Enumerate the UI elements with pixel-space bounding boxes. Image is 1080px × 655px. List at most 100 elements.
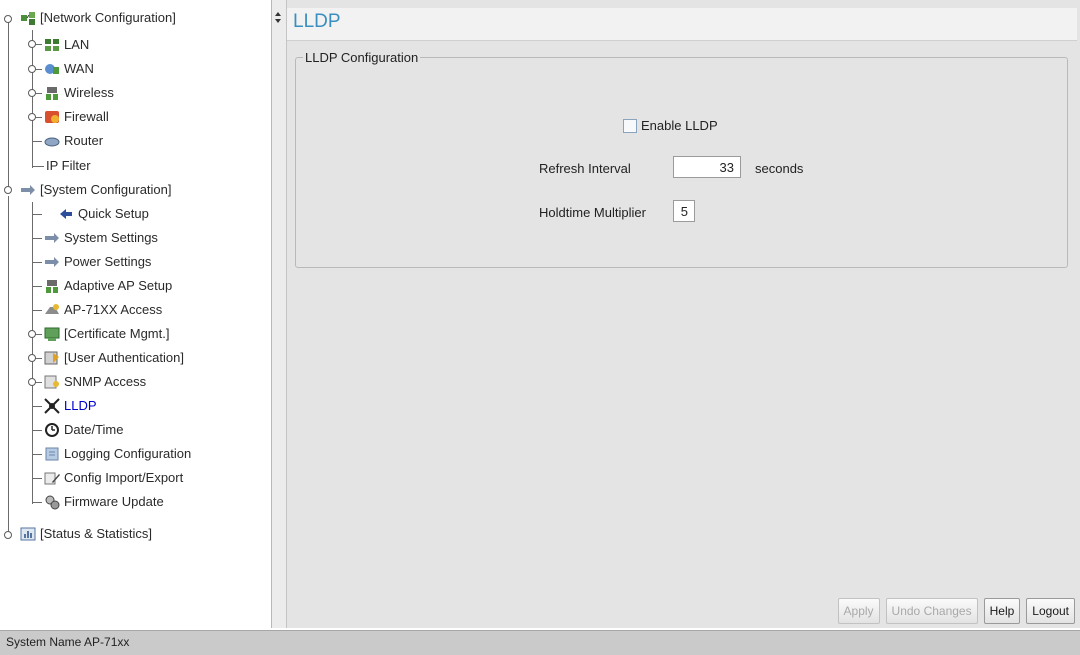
tree-node-config-import-export[interactable]: Config Import/Export bbox=[44, 468, 183, 488]
expand-toggle[interactable] bbox=[28, 89, 36, 97]
tree-node-snmp-access[interactable]: SNMP Access bbox=[44, 372, 146, 392]
tree-line bbox=[32, 30, 33, 168]
tree-line bbox=[32, 310, 42, 311]
tree-node-label: [Network Configuration] bbox=[40, 10, 176, 25]
tree-node-label: Power Settings bbox=[64, 254, 152, 269]
tree-node-label: Firmware Update bbox=[64, 494, 164, 509]
tree-node-lldp[interactable]: LLDP bbox=[44, 396, 97, 416]
config-import-icon bbox=[44, 470, 60, 486]
tree-node-date-time[interactable]: Date/Time bbox=[44, 420, 123, 440]
refresh-interval-unit: seconds bbox=[755, 161, 804, 176]
panel-splitter[interactable] bbox=[272, 0, 287, 628]
tree-line bbox=[32, 141, 42, 142]
tree-node-certificate-mgmt[interactable]: [Certificate Mgmt.] bbox=[44, 324, 169, 344]
tree-line bbox=[32, 214, 42, 215]
expand-toggle[interactable] bbox=[4, 15, 12, 23]
clock-icon bbox=[44, 422, 60, 438]
tree-node-label: Wireless bbox=[64, 85, 114, 100]
tree-node-label: Date/Time bbox=[64, 422, 124, 437]
tree-node-ip-filter[interactable]: IP Filter bbox=[46, 156, 91, 176]
tree-node-label: Quick Setup bbox=[78, 206, 149, 221]
tree-node-firewall[interactable]: Firewall bbox=[44, 107, 109, 127]
tree-node-label: Adaptive AP Setup bbox=[64, 278, 173, 293]
tree-line bbox=[8, 196, 9, 532]
system-settings-icon bbox=[44, 230, 60, 246]
tree-node-label: Config Import/Export bbox=[64, 470, 184, 485]
holdtime-multiplier-input[interactable]: 5 bbox=[673, 200, 695, 222]
expand-toggle[interactable] bbox=[28, 330, 36, 338]
tree-node-label: Logging Configuration bbox=[64, 446, 192, 461]
enable-lldp-checkbox[interactable] bbox=[623, 119, 637, 133]
ap-access-icon bbox=[44, 302, 60, 318]
title-bar: LLDP bbox=[287, 8, 1077, 41]
tree-node-adaptive-ap-setup[interactable]: Adaptive AP Setup bbox=[44, 276, 172, 296]
help-button[interactable]: Help bbox=[983, 598, 1021, 624]
tree-node-ap-access[interactable]: AP-71XX Access bbox=[44, 300, 162, 320]
tree-node-label: LLDP bbox=[64, 398, 97, 413]
expand-toggle[interactable] bbox=[28, 65, 36, 73]
status-bar: System Name AP-71xx bbox=[0, 630, 1080, 655]
lan-icon bbox=[44, 37, 60, 53]
tree-node-label: [System Configuration] bbox=[40, 182, 172, 197]
tree-node-router[interactable]: Router bbox=[44, 131, 103, 151]
tree-node-label: LAN bbox=[64, 37, 90, 52]
tree-line bbox=[8, 19, 9, 189]
holdtime-multiplier-label: Holdtime Multiplier bbox=[539, 205, 646, 220]
tree-node-label: IP Filter bbox=[46, 158, 91, 173]
tree-node-label: Firewall bbox=[64, 109, 109, 124]
page-title: LLDP bbox=[293, 11, 341, 32]
expand-toggle[interactable] bbox=[4, 186, 12, 194]
expand-toggle[interactable] bbox=[28, 40, 36, 48]
adaptive-ap-icon bbox=[44, 278, 60, 294]
group-title: LLDP Configuration bbox=[303, 50, 421, 65]
tree-node-logging-configuration[interactable]: Logging Configuration bbox=[44, 444, 191, 464]
collapse-down-icon[interactable] bbox=[275, 19, 281, 23]
expand-toggle[interactable] bbox=[4, 531, 12, 539]
tree-node-label: AP-71XX Access bbox=[64, 302, 163, 317]
tree-node-label: [Status & Statistics] bbox=[40, 526, 152, 541]
network-config-icon bbox=[20, 10, 36, 26]
tree-node-network-configuration[interactable]: [Network Configuration] bbox=[20, 8, 176, 28]
system-name-status: System Name AP-71xx bbox=[6, 635, 130, 649]
wan-icon bbox=[44, 61, 60, 77]
quick-setup-icon bbox=[58, 206, 74, 222]
wireless-icon bbox=[44, 85, 60, 101]
expand-toggle[interactable] bbox=[28, 354, 36, 362]
expand-toggle[interactable] bbox=[28, 378, 36, 386]
logout-button[interactable]: Logout bbox=[1026, 598, 1075, 624]
tree-node-label: WAN bbox=[64, 61, 94, 76]
tree-node-quick-setup[interactable]: Quick Setup bbox=[58, 204, 149, 224]
apply-button[interactable]: Apply bbox=[837, 598, 880, 624]
lldp-icon bbox=[44, 398, 60, 414]
undo-changes-button[interactable]: Undo Changes bbox=[885, 598, 978, 624]
collapse-up-icon[interactable] bbox=[275, 12, 281, 16]
firmware-icon bbox=[44, 494, 60, 510]
tree-line bbox=[32, 202, 33, 504]
router-icon bbox=[44, 133, 60, 149]
navigation-tree: [Network Configuration] LAN WAN Wireless… bbox=[0, 0, 272, 628]
logging-icon bbox=[44, 446, 60, 462]
tree-node-firmware-update[interactable]: Firmware Update bbox=[44, 492, 164, 512]
tree-line bbox=[32, 430, 42, 431]
tree-node-system-settings[interactable]: System Settings bbox=[44, 228, 158, 248]
tree-line bbox=[32, 166, 44, 167]
tree-node-user-authentication[interactable]: [User Authentication] bbox=[44, 348, 184, 368]
refresh-interval-input[interactable]: 33 bbox=[673, 156, 741, 178]
tree-node-wan[interactable]: WAN bbox=[44, 59, 94, 79]
tree-line bbox=[32, 262, 42, 263]
power-settings-icon bbox=[44, 254, 60, 270]
tree-node-wireless[interactable]: Wireless bbox=[44, 83, 114, 103]
tree-line bbox=[32, 478, 42, 479]
tree-line bbox=[32, 454, 42, 455]
refresh-interval-label: Refresh Interval bbox=[539, 161, 631, 176]
tree-node-status-statistics[interactable]: [Status & Statistics] bbox=[20, 524, 152, 544]
tree-line bbox=[32, 406, 42, 407]
expand-toggle[interactable] bbox=[28, 113, 36, 121]
tree-node-system-configuration[interactable]: [System Configuration] bbox=[20, 180, 172, 200]
tree-node-label: [User Authentication] bbox=[64, 350, 184, 365]
tree-node-lan[interactable]: LAN bbox=[44, 35, 89, 55]
user-auth-icon bbox=[44, 350, 60, 366]
lldp-configuration-group: LLDP Configuration Enable LLDP Refresh I… bbox=[295, 50, 1068, 268]
tree-node-label: SNMP Access bbox=[64, 374, 147, 389]
tree-node-power-settings[interactable]: Power Settings bbox=[44, 252, 151, 272]
